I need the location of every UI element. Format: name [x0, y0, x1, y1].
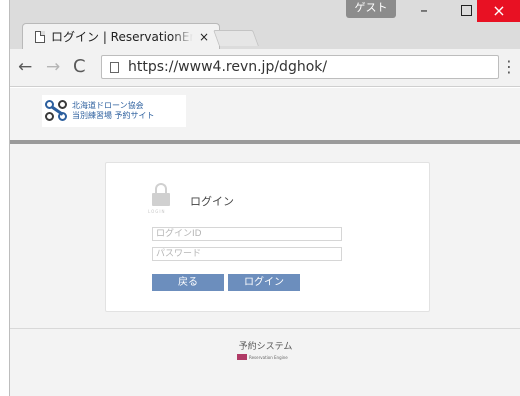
minimize-icon[interactable]: – — [404, 0, 444, 22]
new-tab-button[interactable] — [213, 30, 259, 46]
guest-profile-badge[interactable]: ゲスト — [346, 0, 396, 18]
drone-logo-icon — [44, 99, 70, 123]
main-content: LOGIN ログイン 戻る ログイン — [10, 144, 520, 328]
browser-toolbar: ← → C https://www4.revn.jp/dghok/ ⋮ — [10, 49, 520, 87]
lock-icon — [152, 183, 170, 209]
reload-icon[interactable]: C — [73, 55, 86, 79]
login-title: ログイン — [190, 195, 234, 208]
logo-line-1: 北海道ドローン協会 — [72, 101, 144, 110]
footer: 予約システム Reservation Engine — [10, 329, 520, 396]
login-card: LOGIN ログイン 戻る ログイン — [105, 162, 430, 312]
footer-brand-name: Reservation Engine — [249, 354, 288, 360]
lock-caption: LOGIN — [148, 209, 166, 214]
title-bar: ログイン | ReservationEngine × ゲスト – × — [10, 0, 520, 49]
back-button[interactable]: 戻る — [152, 274, 224, 291]
site-header: 北海道ドローン協会 当別練習場 予約サイト — [10, 88, 520, 140]
back-arrow-icon[interactable]: ← — [18, 55, 32, 79]
url-text[interactable]: https://www4.revn.jp/dghok/ — [128, 59, 327, 75]
browser-menu-icon[interactable]: ⋮ — [501, 57, 517, 77]
logo-line-2: 当別練習場 予約サイト — [72, 111, 155, 120]
browser-window: ログイン | ReservationEngine × ゲスト – × ← → C… — [9, 0, 520, 396]
site-logo[interactable]: 北海道ドローン協会 当別練習場 予約サイト — [42, 95, 186, 127]
browser-tab[interactable]: ログイン | ReservationEngine × — [22, 23, 220, 49]
address-bar[interactable]: https://www4.revn.jp/dghok/ — [101, 55, 499, 79]
footer-title: 予約システム — [238, 342, 293, 352]
footer-brand-logo[interactable]: Reservation Engine — [237, 354, 288, 360]
page-info-icon[interactable] — [110, 61, 119, 73]
login-id-input[interactable] — [152, 227, 342, 241]
web-page: 北海道ドローン協会 当別練習場 予約サイト LOGIN ログイン 戻る ログイン… — [10, 88, 520, 396]
login-button[interactable]: ログイン — [228, 274, 300, 291]
brand-badge-icon — [237, 354, 247, 360]
tab-close-icon[interactable]: × — [199, 30, 209, 44]
tab-title: ログイン | ReservationEngine — [51, 30, 193, 44]
close-icon[interactable]: × — [477, 0, 520, 22]
page-icon — [35, 30, 45, 43]
logo-text: 北海道ドローン協会 当別練習場 予約サイト — [72, 101, 155, 121]
forward-arrow-icon[interactable]: → — [46, 55, 60, 79]
password-input[interactable] — [152, 247, 342, 261]
